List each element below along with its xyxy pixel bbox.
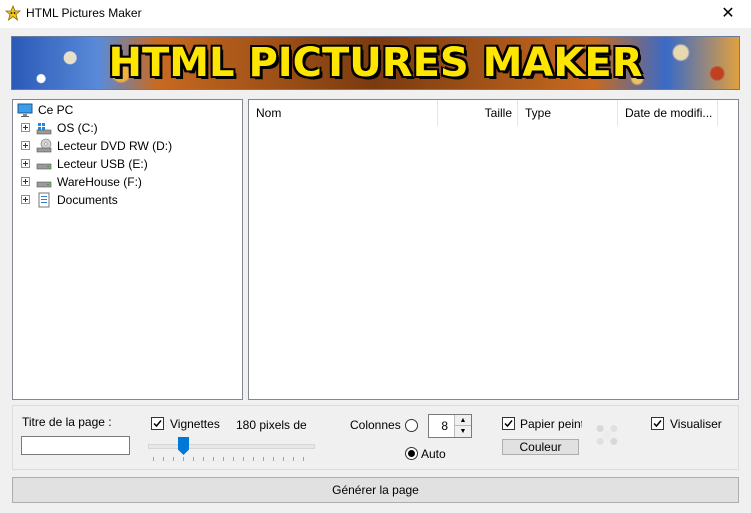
checkmark-icon [653, 420, 662, 428]
wallpaper-preview [590, 419, 624, 451]
visualiser-checkbox[interactable] [651, 417, 664, 430]
expand-icon[interactable] [21, 177, 30, 186]
slider-ticks [153, 457, 313, 461]
column-header-type[interactable]: Type [518, 100, 618, 126]
generate-page-button[interactable]: Générer la page [12, 477, 739, 503]
vignettes-label: Vignettes [170, 417, 220, 431]
usb-drive-icon [36, 163, 52, 170]
tree-item-label: Documents [57, 193, 118, 207]
banner-title: HTML PICTURES MAKER [108, 40, 643, 86]
expand-icon[interactable] [21, 123, 30, 132]
windows-drive-icon [36, 123, 52, 135]
colonnes-spinner[interactable]: 8 ▲ ▼ [428, 414, 472, 438]
tree-item-label: Lecteur USB (E:) [57, 157, 148, 171]
papier-peint-label: Papier peint [520, 417, 582, 431]
tree-item-label: WareHouse (F:) [57, 175, 142, 189]
couleur-button[interactable]: Couleur [502, 439, 579, 455]
computer-icon [17, 103, 33, 117]
column-header-taille[interactable]: Taille [438, 100, 518, 126]
colonnes-radio[interactable] [405, 419, 418, 432]
colonnes-value: 8 [441, 419, 448, 433]
documents-icon [38, 192, 50, 208]
tree-item-label: Lecteur DVD RW (D:) [57, 139, 173, 153]
page-title-label: Titre de la page : [22, 415, 112, 429]
spin-down-icon[interactable]: ▼ [454, 426, 471, 437]
close-icon[interactable]: ✕ [705, 0, 751, 28]
visualiser-label: Visualiser [670, 417, 722, 431]
expand-icon[interactable] [21, 141, 30, 150]
papier-peint-checkbox[interactable] [502, 417, 515, 430]
colonnes-label: Colonnes [350, 418, 401, 432]
column-header-nom[interactable]: Nom [249, 100, 438, 126]
dvd-drive-icon [36, 138, 52, 153]
banner-image: HTML PICTURES MAKER [11, 36, 740, 90]
star-app-icon [5, 5, 21, 21]
tree-item-label: Ce PC [38, 103, 74, 117]
thumbnail-size-label: 180 pixels de [236, 418, 307, 432]
thumbnail-size-slider-track[interactable] [148, 444, 315, 449]
vignettes-checkbox[interactable] [151, 417, 164, 430]
page-title-input[interactable] [21, 436, 130, 455]
window-title: HTML Pictures Maker [26, 6, 142, 20]
expand-icon[interactable] [21, 195, 30, 204]
checkmark-icon [504, 420, 513, 428]
folder-tree[interactable]: Ce PC OS (C:) Lecteur DVD RW (D:) Lecteu… [12, 99, 243, 400]
title-bar: HTML Pictures Maker ✕ [0, 0, 751, 28]
tree-item-label: OS (C:) [57, 121, 98, 135]
column-header-date[interactable]: Date de modifi... [618, 100, 718, 126]
drive-icon [36, 181, 52, 188]
spin-up-icon[interactable]: ▲ [454, 415, 471, 426]
expand-icon[interactable] [21, 159, 30, 168]
checkmark-icon [153, 420, 162, 428]
auto-label: Auto [421, 447, 446, 461]
auto-radio[interactable] [405, 447, 418, 460]
file-list[interactable]: Nom Taille Type Date de modifi... [248, 99, 739, 400]
